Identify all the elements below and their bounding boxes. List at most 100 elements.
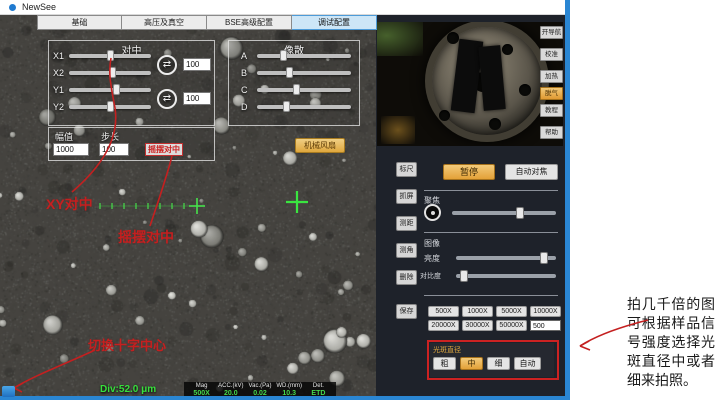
ruler-tool-button[interactable]: 标尺 xyxy=(396,162,417,177)
stig-a-slider[interactable] xyxy=(257,54,351,58)
spot-coarse-button[interactable]: 粗 xyxy=(433,357,456,370)
flange-hole xyxy=(447,32,459,44)
mag-column-label: Mag xyxy=(187,383,216,390)
margin-note-text: 拍几千倍的图可根据样品信号强度选择光斑直径中或者细来拍照。 xyxy=(627,296,715,391)
measure-angle-button[interactable]: 测角 xyxy=(396,243,417,258)
tab-debug-config[interactable]: 调试配置 xyxy=(292,15,377,30)
x1-slider-thumb[interactable] xyxy=(107,50,114,61)
centering-panel: 对中 X1 X2 Y1 Y2 ⇄ ⇄ 100 100 xyxy=(48,40,215,126)
tab-hv-vacuum[interactable]: 高压及真空 xyxy=(122,15,207,30)
contrast-slider-thumb[interactable] xyxy=(460,270,468,282)
brightness-slider-thumb[interactable] xyxy=(540,252,548,264)
spot-medium-button[interactable]: 中 xyxy=(460,357,483,370)
y2-slider-thumb[interactable] xyxy=(107,101,114,112)
autofocus-button[interactable]: 自动对焦 xyxy=(505,164,558,180)
mag-500x-button[interactable]: 500X xyxy=(428,306,459,317)
cross-center-toggle-icon[interactable] xyxy=(2,386,15,397)
x-cycle-value-input[interactable]: 100 xyxy=(183,58,211,71)
focus-slider[interactable] xyxy=(452,211,556,215)
divider xyxy=(424,295,558,296)
stig-d-thumb[interactable] xyxy=(283,101,290,112)
spot-fine-button[interactable]: 细 xyxy=(487,357,510,370)
flange-hole xyxy=(489,118,501,130)
divider xyxy=(424,190,558,191)
mag-5000x-button[interactable]: 5000X xyxy=(496,306,527,317)
annotation-wobble-centering: 摇摆对中 xyxy=(118,227,174,247)
step-input[interactable]: 100 xyxy=(99,143,129,156)
mag-value-input[interactable]: 500 xyxy=(530,320,561,331)
app-icon xyxy=(9,4,16,11)
contrast-label: 对比度 xyxy=(420,271,441,281)
annotation-arrowhead xyxy=(580,341,590,350)
y-cycle-value-input[interactable]: 100 xyxy=(183,92,211,105)
acc-column-label: ACC.(kV) xyxy=(216,383,245,390)
wobble-settings-box: 幅值 1000 步长 100 摇摆对中 xyxy=(48,127,215,161)
config-tabbar: 基础 高压及真空 BSE高级配置 调试配置 xyxy=(37,15,377,30)
chamber-camera-view xyxy=(377,22,563,146)
screenshot-tool-button[interactable]: 抓屏 xyxy=(396,189,417,204)
x2-slider-thumb[interactable] xyxy=(109,67,116,78)
step-label: 步长 xyxy=(101,130,119,143)
mag-30000x-button[interactable]: 30000X xyxy=(462,320,493,331)
tab-bse-advanced[interactable]: BSE高级配置 xyxy=(207,15,292,30)
stig-c-slider[interactable] xyxy=(257,88,351,92)
stig-c-label: C xyxy=(241,85,248,95)
focus-knob[interactable] xyxy=(424,204,441,221)
x1-slider[interactable] xyxy=(69,54,151,58)
open-navigation-button[interactable]: 开导航 xyxy=(540,26,563,39)
annotation-cross-center: 切换十字中心 xyxy=(88,335,166,354)
mechanical-fan-button[interactable]: 机械风扇 xyxy=(295,138,345,153)
help-button[interactable]: 帮助 xyxy=(540,126,563,139)
amplitude-input[interactable]: 1000 xyxy=(53,143,89,156)
stig-a-thumb[interactable] xyxy=(280,50,287,61)
y2-slider[interactable] xyxy=(69,105,151,109)
flange-hole xyxy=(502,44,513,55)
stig-b-label: B xyxy=(241,68,247,78)
x1-label: X1 xyxy=(53,51,64,61)
mag-10000x-button[interactable]: 10000X xyxy=(530,306,561,317)
y1-label: Y1 xyxy=(53,85,64,95)
wd-column-label: WD.(mm) xyxy=(275,383,304,390)
measure-distance-button[interactable]: 测距 xyxy=(396,216,417,231)
stig-b-thumb[interactable] xyxy=(286,67,293,78)
save-button[interactable]: 保存 xyxy=(396,304,417,319)
mag-50000x-button[interactable]: 50000X xyxy=(496,320,527,331)
calibrate-button[interactable]: 校准 xyxy=(540,48,563,61)
camera-wire-shape xyxy=(377,22,423,56)
flange-hole xyxy=(519,84,531,96)
division-readout: Div:52.0 μm xyxy=(100,384,156,395)
degas-button[interactable]: 脱气 xyxy=(540,87,563,100)
stig-b-slider[interactable] xyxy=(257,71,351,75)
mag-1000x-button[interactable]: 1000X xyxy=(462,306,493,317)
contrast-slider[interactable] xyxy=(456,274,556,278)
x2-slider[interactable] xyxy=(69,71,151,75)
x-cycle-icon[interactable]: ⇄ xyxy=(157,55,177,75)
pause-button[interactable]: 暂停 xyxy=(443,164,495,180)
spot-auto-button[interactable]: 自动 xyxy=(514,357,541,370)
brightness-slider[interactable] xyxy=(456,256,556,260)
det-column-label: Det. xyxy=(304,383,333,390)
delete-button[interactable]: 删除 xyxy=(396,270,417,285)
camera-glow-shape xyxy=(381,116,415,144)
annotation-xy-centering: XY对中 xyxy=(46,194,93,214)
screenshot-stage: NewSee 基础 高压及真空 BSE高级配置 调试配置 对中 X1 X2 Y1… xyxy=(0,0,720,406)
y1-slider[interactable] xyxy=(69,88,151,92)
spot-diameter-label: 光斑直径 xyxy=(433,345,461,355)
amplitude-label: 幅值 xyxy=(55,130,73,143)
vac-column-label: Vac.(Pa) xyxy=(245,383,274,390)
mag-20000x-button[interactable]: 20000X xyxy=(428,320,459,331)
stig-d-slider[interactable] xyxy=(257,105,351,109)
window-border-bottom xyxy=(0,396,570,400)
heating-button[interactable]: 加热 xyxy=(540,70,563,83)
image-section-label: 图像 xyxy=(424,238,440,249)
window-border-right xyxy=(565,0,570,400)
focus-slider-thumb[interactable] xyxy=(516,207,524,219)
y1-slider-thumb[interactable] xyxy=(113,84,120,95)
tutorial-button[interactable]: 教程 xyxy=(540,104,563,117)
window-titlebar[interactable]: NewSee xyxy=(0,0,570,15)
stig-c-thumb[interactable] xyxy=(293,84,300,95)
divider xyxy=(424,232,558,233)
y-cycle-icon[interactable]: ⇄ xyxy=(157,89,177,109)
tab-basic[interactable]: 基础 xyxy=(37,15,122,30)
wobble-centering-button[interactable]: 摇摆对中 xyxy=(145,143,183,156)
